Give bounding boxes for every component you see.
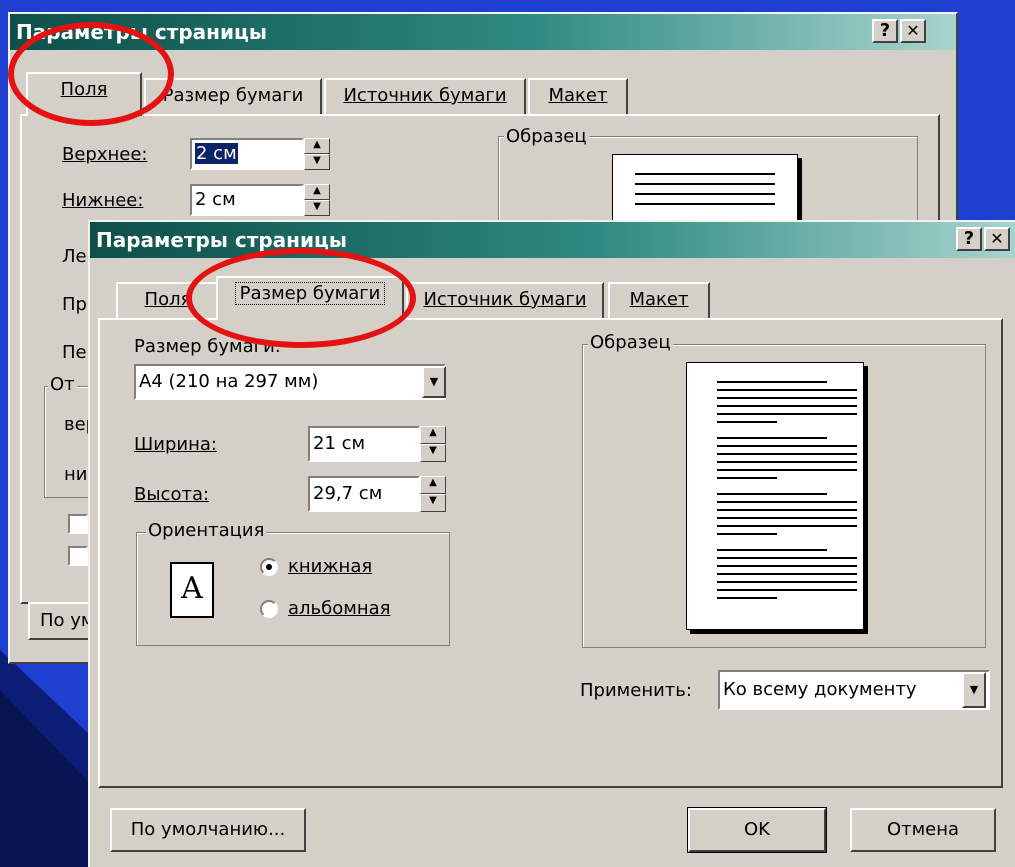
edge-group-title-partial: От: [48, 374, 77, 395]
tab-paper-size-label: Размер бумаги: [162, 85, 304, 106]
height-label: Высота:: [134, 484, 210, 505]
highlight-oval-margins-tab: [8, 22, 174, 126]
top-margin-label: Верхнее:: [62, 144, 148, 165]
chevron-down-icon: ▼: [969, 683, 979, 696]
close-button[interactable]: ✕: [984, 227, 1010, 251]
paper-size-select[interactable]: A4 (210 на 297 мм): [134, 364, 446, 400]
close-button[interactable]: ✕: [900, 19, 926, 43]
tab-paper-source-label: Источник бумаги: [343, 85, 507, 106]
title-bar: Параметры страницы: [90, 222, 1015, 258]
width-label: Ширина:: [134, 434, 217, 455]
height-field[interactable]: 29,7 см: [308, 476, 420, 512]
paper-size-value: A4 (210 на 297 мм): [139, 371, 319, 392]
bottom-margin-field[interactable]: 2 см: [190, 184, 304, 216]
default-button-back-label: По ум: [40, 610, 95, 631]
default-button[interactable]: По умолчанию...: [110, 808, 306, 852]
tab-paper-source[interactable]: Источник бумаги: [406, 282, 604, 318]
tab-layout-label: Макет: [629, 289, 689, 310]
help-button[interactable]: ?: [872, 19, 898, 43]
apply-select[interactable]: Ко всему документу: [718, 670, 990, 710]
landscape-radio[interactable]: [260, 600, 278, 618]
mirror-checkbox[interactable]: [68, 514, 88, 534]
chevron-down-icon: ▼: [429, 375, 439, 388]
tab-paper-source[interactable]: Источник бумаги: [324, 78, 526, 114]
sample-title: Образец: [588, 332, 673, 353]
landscape-label[interactable]: альбомная: [288, 598, 390, 619]
tab-layout-label: Макет: [548, 85, 608, 106]
apply-value: Ко всему документу: [723, 679, 917, 700]
highlight-oval-paper-size-tab: [186, 248, 416, 348]
sample-title-back: Образец: [504, 126, 589, 147]
default-button-label: По умолчанию...: [130, 819, 286, 840]
portrait-radio[interactable]: [260, 558, 278, 576]
ok-button[interactable]: OK: [687, 807, 827, 853]
sample-page: [686, 362, 864, 630]
top-margin-field[interactable]: 2 см: [190, 138, 304, 170]
apply-label: Применить:: [580, 680, 692, 701]
tab-paper-source-label: Источник бумаги: [423, 289, 587, 310]
tab-layout[interactable]: Макет: [608, 282, 710, 318]
width-value: 21 см: [313, 433, 366, 454]
width-spinner[interactable]: ▲ ▼: [420, 426, 446, 462]
cancel-button-label: Отмена: [886, 819, 960, 840]
portrait-label[interactable]: книжная: [288, 556, 372, 577]
bottom-margin-spinner[interactable]: ▲ ▼: [304, 184, 330, 216]
left-margin-label-partial: Ле: [62, 246, 87, 267]
right-margin-label-partial: Пр: [62, 294, 87, 315]
cancel-button[interactable]: Отмена: [850, 808, 996, 852]
apply-dropdown-button[interactable]: ▼: [962, 672, 986, 708]
top-margin-spinner[interactable]: ▲ ▼: [304, 138, 330, 170]
twopages-checkbox[interactable]: [68, 546, 88, 566]
width-field[interactable]: 21 см: [308, 426, 420, 462]
gutter-label-partial: Пе: [62, 342, 87, 363]
bottom-margin-label: Нижнее:: [62, 190, 144, 211]
ok-button-label: OK: [744, 819, 770, 840]
paper-size-dropdown-button[interactable]: ▼: [422, 366, 446, 398]
tab-layout[interactable]: Макет: [528, 78, 628, 114]
orientation-preview-letter: A: [181, 571, 203, 606]
top-margin-value: 2 см: [195, 143, 238, 164]
orientation-title: Ориентация: [146, 520, 267, 541]
height-spinner[interactable]: ▲ ▼: [420, 476, 446, 512]
orientation-preview-icon: A: [170, 562, 214, 618]
tab-margins-label: Поля: [144, 289, 192, 310]
height-value: 29,7 см: [313, 483, 383, 504]
help-button[interactable]: ?: [956, 227, 982, 251]
bottom-margin-value: 2 см: [195, 189, 236, 210]
